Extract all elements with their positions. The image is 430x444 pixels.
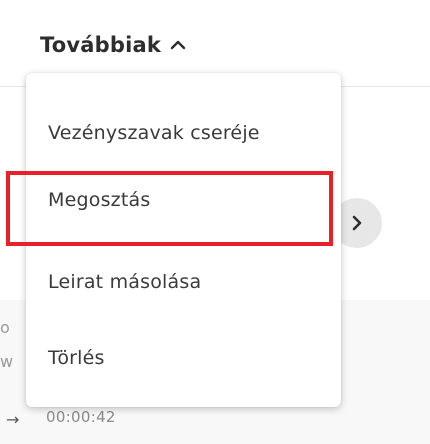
- menu-item-label: Vezényszavak cseréje: [48, 122, 260, 144]
- menu-item-label: Megosztás: [48, 189, 151, 211]
- menu-item-label: Leirat másolása: [48, 271, 202, 293]
- menu-item-label: Törlés: [48, 347, 105, 369]
- more-options-label: Továbbiak: [40, 33, 162, 57]
- arrow-right-icon: →: [6, 410, 20, 429]
- background-text-fragment: w: [0, 352, 14, 371]
- chevron-up-icon: [169, 36, 187, 54]
- chevron-right-icon: [352, 215, 362, 231]
- menu-item-replace-commands[interactable]: Vezényszavak cseréje: [26, 109, 341, 157]
- timestamp: 00:00:42: [46, 408, 116, 426]
- menu-item-share[interactable]: Megosztás: [26, 176, 341, 224]
- more-options-dropdown: Vezényszavak cseréje Megosztás Leirat má…: [26, 73, 341, 407]
- chevron-up-icon-graphic: [170, 40, 186, 50]
- menu-item-copy-transcript[interactable]: Leirat másolása: [26, 258, 341, 306]
- background-text-fragment: o: [0, 318, 10, 337]
- more-options-toggle[interactable]: Továbbiak: [40, 30, 187, 60]
- menu-item-delete[interactable]: Törlés: [26, 334, 341, 382]
